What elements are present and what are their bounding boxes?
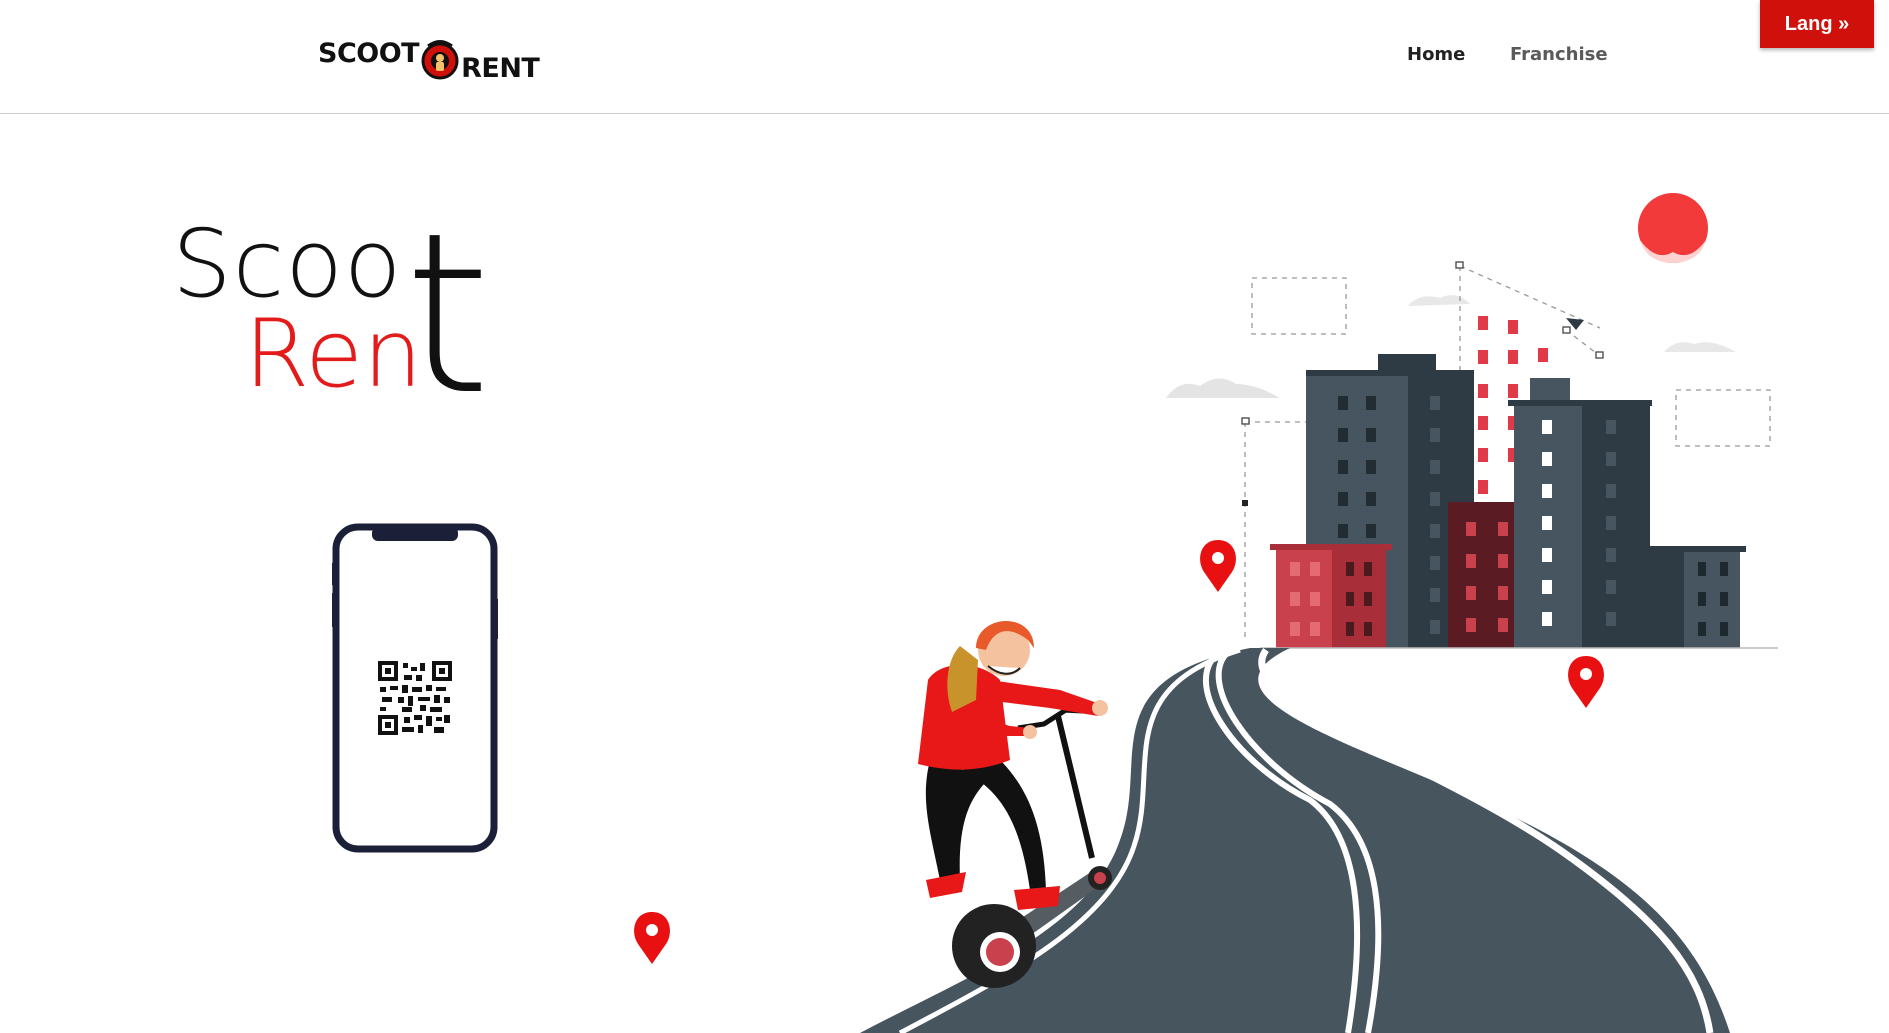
sun-shape [1638,193,1708,263]
hero-title-big-letter: t [404,186,492,444]
location-pin-icon [1200,540,1236,592]
logo-word-rent: RENT [461,52,540,84]
phone-qr-illustration [332,523,498,853]
hero-title: Scoo Ren t [172,204,502,426]
hero-title-line2: Ren [244,300,423,409]
nav-home-link[interactable]: Home [1407,44,1465,65]
scooter-city-illustration [634,193,1778,1033]
scooter-rider-illustration [918,620,1112,988]
road-shape [860,648,1730,1033]
qr-code-icon [378,661,452,735]
language-button[interactable]: Lang » [1760,0,1874,48]
logo-mascot-icon [421,40,459,80]
location-pin-icon [634,912,670,964]
location-pin-icon [1568,656,1604,708]
logo-word-scoot: SCOOT [318,37,420,69]
site-logo[interactable]: SCOOT RENT [318,34,540,84]
nav-franchise-link[interactable]: Franchise [1510,44,1608,65]
site-header: SCOOT RENT Home Franchise [0,0,1889,114]
hero-title-line1: Scoo [172,210,403,319]
